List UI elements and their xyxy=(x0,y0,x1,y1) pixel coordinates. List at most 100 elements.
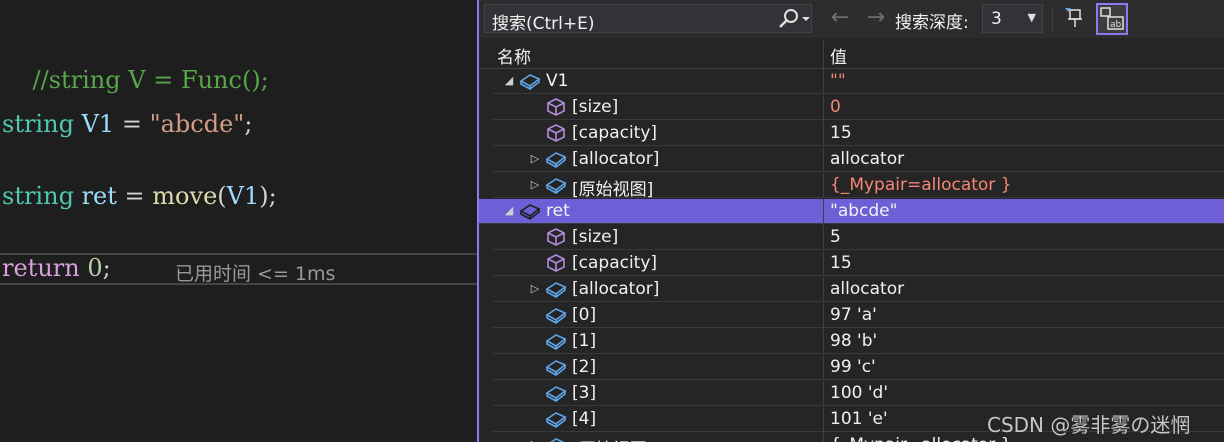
column-divider xyxy=(823,199,824,224)
column-divider xyxy=(823,433,824,442)
watch-row[interactable]: ▷ [allocator] allocator xyxy=(493,147,1224,172)
watch-row[interactable]: ◢ V1 "" xyxy=(493,69,1224,94)
watch-toolbar: 搜索(Ctrl+E) ← → 搜索深度: 3 ▼ ab xyxy=(479,0,1224,38)
code-editor[interactable]: //string V = Func(); string V1 = "abcde"… xyxy=(0,0,477,442)
watch-row[interactable]: [capacity] 15 xyxy=(493,121,1224,146)
watch-row-value[interactable]: 98 'b' xyxy=(830,331,877,351)
watch-row-value[interactable]: 97 'a' xyxy=(830,305,877,325)
watch-row-name: [3] xyxy=(572,383,597,403)
watch-rows: ◢ V1 "" [size] 0 [capacity] 15 ▷ [allocator] allo… xyxy=(479,69,1224,442)
object-icon xyxy=(519,71,541,91)
watch-row-value[interactable]: allocator xyxy=(830,149,904,169)
watch-row[interactable]: [2] 99 'c' xyxy=(493,355,1224,380)
object-icon xyxy=(545,175,567,195)
column-divider xyxy=(823,303,824,328)
code-function: move xyxy=(152,182,218,210)
watch-row-name: [allocator] xyxy=(572,149,660,169)
watch-row[interactable]: [0] 97 'a' xyxy=(493,303,1224,328)
code-punct: ); xyxy=(259,182,277,210)
search-depth-label: 搜索深度: xyxy=(895,13,969,33)
collapse-arrow-icon[interactable]: ◢ xyxy=(503,72,515,90)
watch-row[interactable]: ◢ ret "abcde" xyxy=(479,199,1224,224)
search-icon[interactable] xyxy=(775,8,811,30)
code-number: 0 xyxy=(87,254,103,282)
search-depth-value: 3 xyxy=(991,9,1002,29)
watermark: CSDN @雾非雾の迷惘 xyxy=(987,413,1191,437)
arrow-right-icon: → xyxy=(866,5,886,30)
pin-button[interactable] xyxy=(1063,6,1087,30)
column-divider xyxy=(823,121,824,146)
column-divider xyxy=(823,407,824,432)
watch-row-value[interactable]: 0 xyxy=(830,97,841,117)
watch-row[interactable]: [3] 100 'd' xyxy=(493,381,1224,406)
code-line-3: string ret = move(V1); xyxy=(2,182,277,210)
object-icon xyxy=(545,383,567,403)
watch-row-name: [size] xyxy=(572,227,619,247)
collapse-arrow-icon[interactable]: ◢ xyxy=(503,202,515,220)
watch-row-name: [size] xyxy=(572,97,619,117)
watch-row-name: [0] xyxy=(572,305,597,325)
code-variable: V1 xyxy=(81,110,115,138)
watch-panel: 搜索(Ctrl+E) ← → 搜索深度: 3 ▼ ab 名称 值 ◢ V1 ""… xyxy=(477,0,1224,442)
object-icon xyxy=(545,331,567,351)
watch-row-value[interactable]: allocator xyxy=(830,279,904,299)
watch-row[interactable]: ▷ [原始视图] {_Mypair=allocator } xyxy=(493,173,1224,200)
watch-row-value[interactable]: {_Mypair=allocator } xyxy=(830,435,1012,442)
column-divider xyxy=(823,251,824,276)
watch-row-name: [原始视图] xyxy=(572,435,653,442)
watch-row-name: V1 xyxy=(546,71,569,91)
column-divider[interactable] xyxy=(823,40,824,68)
toolbar-separator xyxy=(1052,7,1053,31)
code-variable: ret xyxy=(81,182,117,210)
watch-row-value[interactable]: "" xyxy=(830,71,846,91)
field-icon xyxy=(545,227,567,247)
watch-row-value[interactable]: 100 'd' xyxy=(830,383,888,403)
watch-row-value[interactable]: 15 xyxy=(830,123,852,143)
object-icon xyxy=(545,149,567,169)
search-input[interactable]: 搜索(Ctrl+E) xyxy=(484,4,812,34)
watch-row-value[interactable]: {_Mypair=allocator } xyxy=(830,175,1012,195)
column-divider xyxy=(823,95,824,120)
expand-arrow-icon[interactable]: ▷ xyxy=(529,150,541,168)
watch-row-value[interactable]: 5 xyxy=(830,227,841,247)
code-operator: = xyxy=(121,110,142,138)
code-punct: ; xyxy=(244,110,253,138)
column-divider xyxy=(823,355,824,380)
hex-display-button[interactable]: ab xyxy=(1096,3,1128,35)
code-type: string xyxy=(2,182,74,210)
code-operator: = xyxy=(124,182,145,210)
watch-row-name: [2] xyxy=(572,357,597,377)
watch-row[interactable]: [1] 98 'b' xyxy=(493,329,1224,354)
watch-row[interactable]: [capacity] 15 xyxy=(493,251,1224,276)
column-name-header[interactable]: 名称 xyxy=(497,43,531,68)
expand-arrow-icon[interactable]: ▷ xyxy=(529,176,541,194)
expand-arrow-icon[interactable]: ▷ xyxy=(529,280,541,298)
column-divider xyxy=(823,69,824,94)
watch-row[interactable]: [size] 5 xyxy=(493,225,1224,250)
search-placeholder: 搜索(Ctrl+E) xyxy=(492,14,595,34)
perf-tip[interactable]: 已用时间 <= 1ms xyxy=(175,259,335,286)
watch-row-value[interactable]: 99 'c' xyxy=(830,357,876,377)
search-back-button[interactable]: ← xyxy=(827,6,853,32)
code-string: "abcde" xyxy=(149,110,245,138)
watch-row[interactable]: [size] 0 xyxy=(493,95,1224,120)
search-depth-select[interactable]: 3 ▼ xyxy=(982,4,1043,33)
watch-row-value[interactable]: 101 'e' xyxy=(830,409,888,429)
code-variable: V1 xyxy=(226,182,260,210)
column-value-header[interactable]: 值 xyxy=(830,43,847,68)
object-icon xyxy=(545,435,567,442)
search-forward-button[interactable]: → xyxy=(863,6,889,32)
column-divider xyxy=(823,225,824,250)
code-line-4: return 0; xyxy=(2,254,111,282)
watch-row-name: [capacity] xyxy=(572,253,658,273)
object-icon xyxy=(545,409,567,429)
code-keyword: return xyxy=(2,254,80,282)
object-icon xyxy=(545,305,567,325)
chevron-down-icon: ▼ xyxy=(1027,11,1036,24)
code-punct: ; xyxy=(102,254,111,282)
watch-row-value[interactable]: 15 xyxy=(830,253,852,273)
expand-arrow-icon[interactable]: ▷ xyxy=(529,436,541,442)
field-icon xyxy=(545,253,567,273)
watch-row-value[interactable]: "abcde" xyxy=(830,201,897,221)
watch-row[interactable]: ▷ [allocator] allocator xyxy=(493,277,1224,302)
